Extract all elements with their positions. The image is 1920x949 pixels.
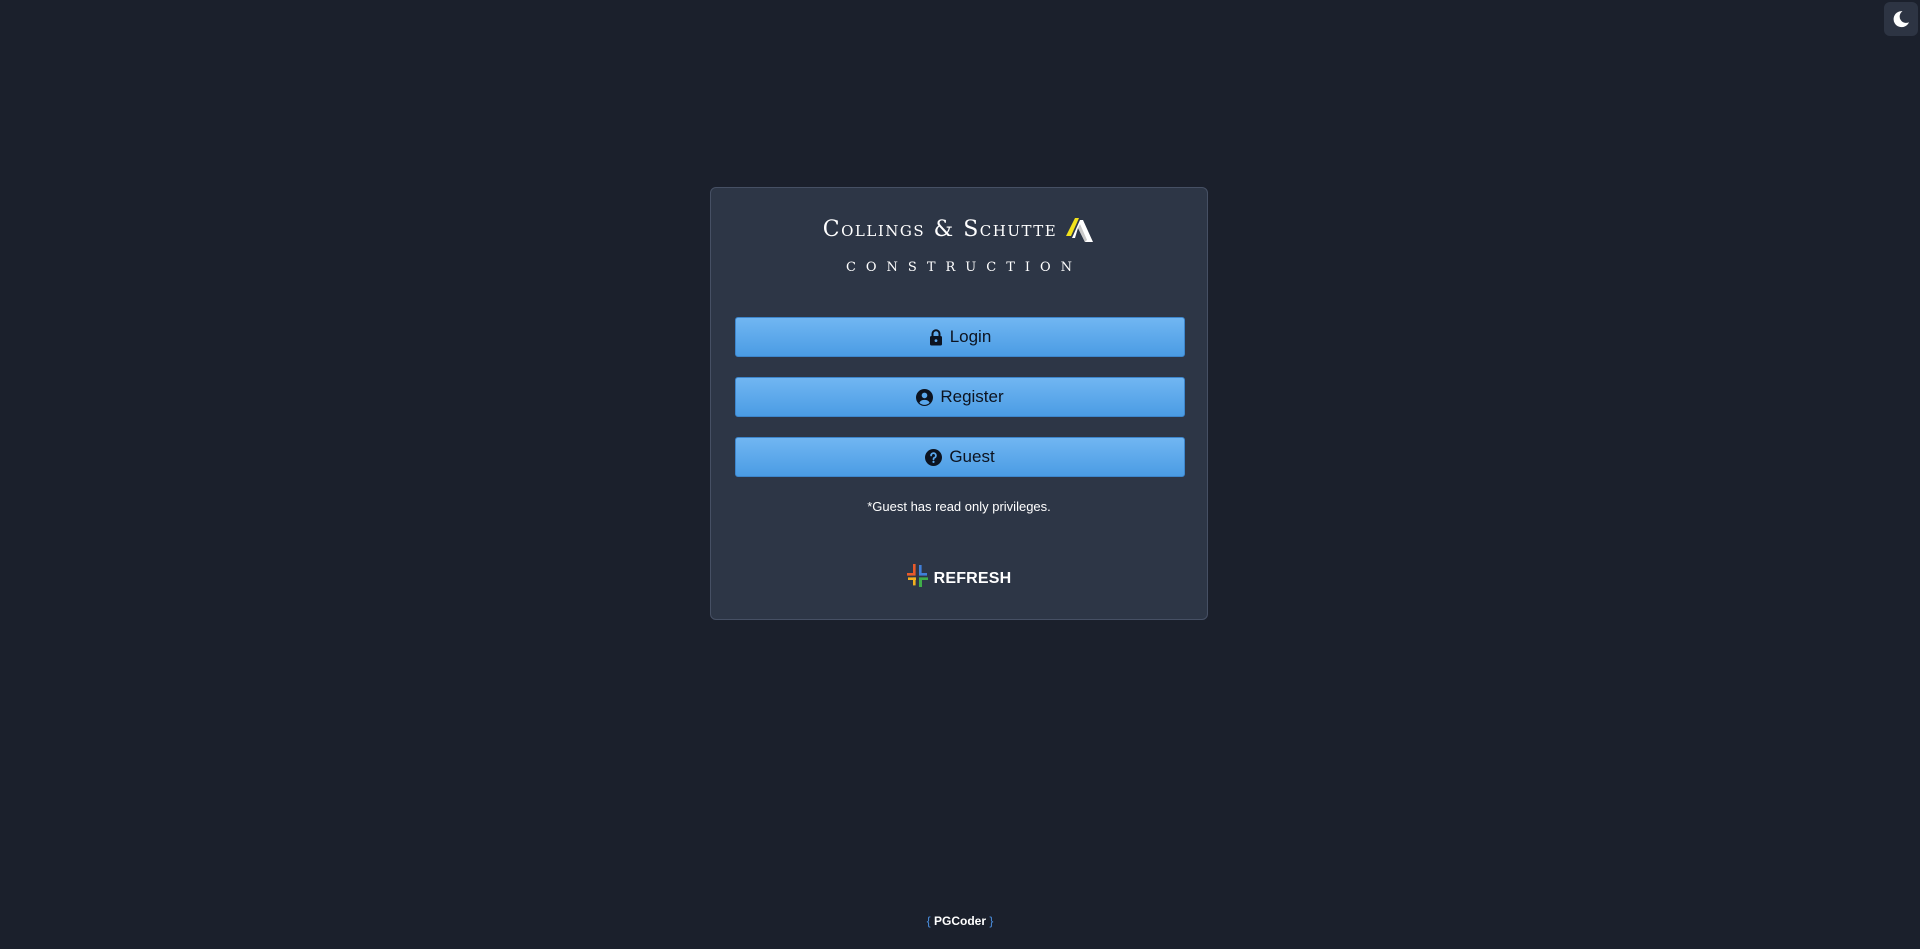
company-logo: Collings & Schutte CONSTRUCTION	[711, 214, 1207, 275]
refresh-logo-icon	[906, 564, 929, 593]
footer-close-brace: }	[989, 914, 994, 928]
register-button[interactable]: Register	[735, 377, 1185, 417]
question-circle-icon	[925, 448, 943, 466]
refresh-logo-label: REFRESH	[933, 569, 1012, 587]
company-name: Collings & Schutte	[822, 216, 1058, 242]
refresh-logo[interactable]: REFRESH	[711, 564, 1207, 593]
theme-toggle-button[interactable]	[1884, 2, 1918, 36]
login-card: Collings & Schutte CONSTRUCTION Login Re…	[710, 187, 1208, 620]
user-circle-icon	[916, 388, 934, 406]
guest-button[interactable]: Guest	[735, 437, 1185, 477]
footer-open-brace: {	[926, 914, 931, 928]
guest-privileges-note: *Guest has read only privileges.	[867, 499, 1051, 514]
guest-button-label: Guest	[949, 447, 995, 466]
moon-icon	[1892, 10, 1910, 28]
lock-icon	[929, 328, 943, 346]
footer-credit-name: PGCoder	[933, 914, 986, 928]
login-button-label: Login	[949, 327, 992, 346]
register-button-label: Register	[940, 387, 1004, 406]
company-mark-icon	[1063, 214, 1095, 244]
login-button[interactable]: Login	[735, 317, 1185, 357]
footer-credit[interactable]: { PGCoder }	[0, 914, 1920, 928]
company-subtitle: CONSTRUCTION	[845, 260, 1083, 275]
login-page: Collings & Schutte CONSTRUCTION Login Re…	[0, 0, 1920, 949]
